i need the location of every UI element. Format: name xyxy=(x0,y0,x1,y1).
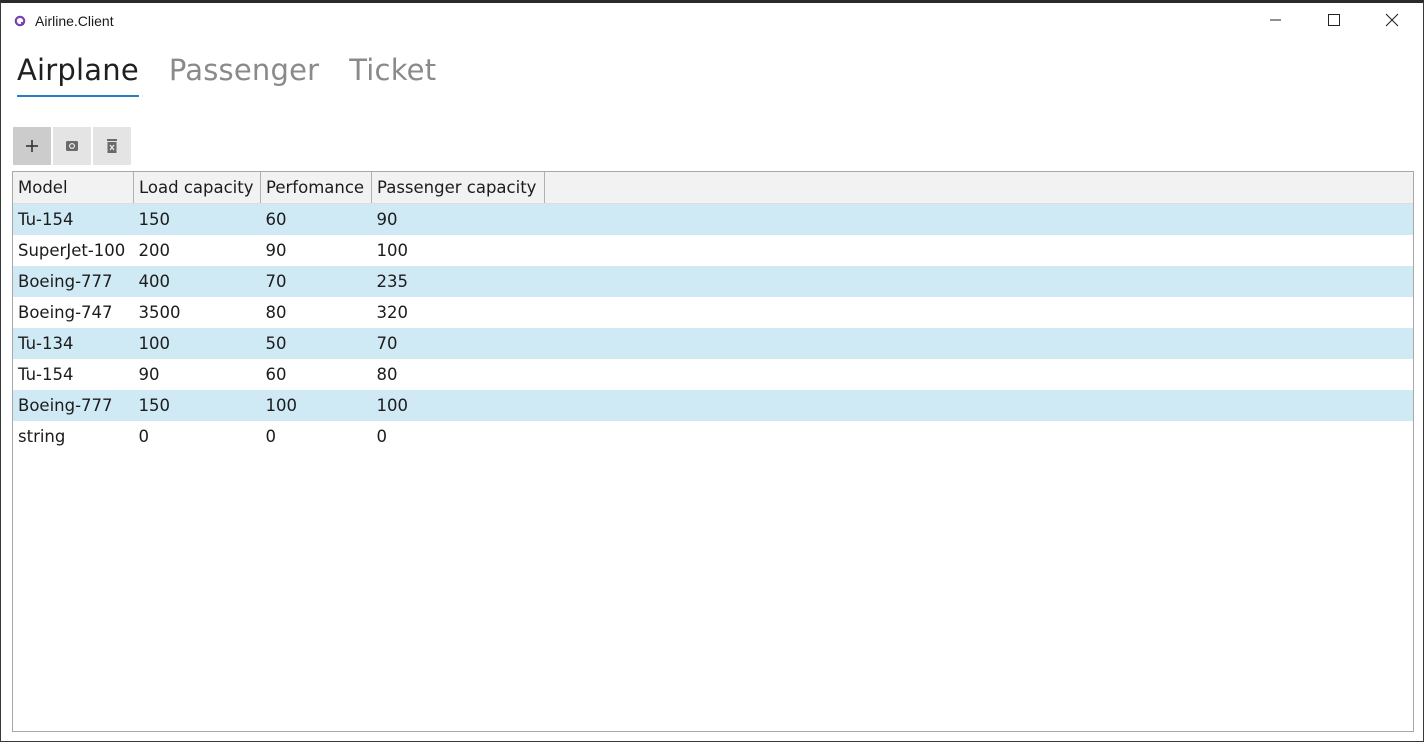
tab-passenger[interactable]: Passenger xyxy=(169,53,319,97)
airplane-table: Model Load capacity Perfomance Passenger… xyxy=(13,172,1413,452)
camera-icon xyxy=(66,141,78,151)
cell-performance[interactable]: 90 xyxy=(261,235,372,266)
cell-load-capacity[interactable]: 400 xyxy=(133,266,261,297)
close-button[interactable] xyxy=(1363,3,1421,37)
cell-model[interactable]: Boeing-747 xyxy=(13,297,134,328)
tab-airplane[interactable]: Airplane xyxy=(17,53,139,97)
cell-load-capacity[interactable]: 90 xyxy=(134,359,261,390)
edit-button[interactable] xyxy=(53,127,91,165)
cell-load-capacity[interactable]: 0 xyxy=(134,421,261,452)
column-header-performance[interactable]: Perfomance xyxy=(260,172,372,204)
title-bar[interactable]: Airline.Client xyxy=(1,3,1423,39)
cell-performance[interactable]: 60 xyxy=(260,203,372,235)
table-row[interactable]: Tu-154 150 60 90 xyxy=(13,203,1413,235)
table-row[interactable]: Tu-134 100 50 70 xyxy=(13,328,1413,359)
cell-passenger-capacity[interactable]: 0 xyxy=(372,421,545,452)
cell-passenger-capacity[interactable]: 80 xyxy=(372,359,545,390)
cell-model[interactable]: string xyxy=(13,421,134,452)
cell-performance[interactable]: 70 xyxy=(260,266,372,297)
header-filler xyxy=(544,172,1413,204)
row-filler xyxy=(545,359,1414,390)
app-logo-icon xyxy=(14,14,26,27)
table-row[interactable]: Boeing-777 400 70 235 xyxy=(13,266,1413,297)
column-header-load-capacity[interactable]: Load capacity xyxy=(133,172,261,204)
cell-model[interactable]: SuperJet-100 xyxy=(13,235,134,266)
header-row: Model Load capacity Perfomance Passenger… xyxy=(13,172,1413,204)
maximize-button[interactable] xyxy=(1305,3,1363,37)
table-row[interactable]: SuperJet-100 200 90 100 xyxy=(13,235,1413,266)
row-filler xyxy=(544,203,1413,235)
row-filler xyxy=(545,421,1414,452)
cell-passenger-capacity[interactable]: 235 xyxy=(371,266,545,297)
cell-performance[interactable]: 80 xyxy=(261,297,372,328)
cell-performance[interactable]: 50 xyxy=(260,328,372,359)
tab-strip: Airplane Passenger Ticket xyxy=(17,53,436,97)
row-filler xyxy=(545,297,1414,328)
cell-performance[interactable]: 0 xyxy=(261,421,372,452)
cell-model[interactable]: Boeing-777 xyxy=(13,390,134,421)
cell-model[interactable]: Tu-154 xyxy=(13,359,134,390)
close-icon xyxy=(1385,13,1399,27)
cell-passenger-capacity[interactable]: 70 xyxy=(371,328,545,359)
plus-icon xyxy=(26,140,38,152)
row-filler xyxy=(544,390,1413,421)
tab-ticket[interactable]: Ticket xyxy=(349,53,436,97)
column-header-model[interactable]: Model xyxy=(13,172,134,204)
cell-load-capacity[interactable]: 150 xyxy=(133,390,261,421)
cell-performance[interactable]: 100 xyxy=(260,390,372,421)
table-row[interactable]: Boeing-747 3500 80 320 xyxy=(13,297,1413,328)
toolbar xyxy=(13,127,131,165)
cell-load-capacity[interactable]: 200 xyxy=(134,235,261,266)
airplane-data-grid[interactable]: Model Load capacity Perfomance Passenger… xyxy=(12,171,1414,732)
delete-icon xyxy=(107,139,117,153)
row-filler xyxy=(544,328,1413,359)
table-row[interactable]: Tu-154 90 60 80 xyxy=(13,359,1413,390)
add-button[interactable] xyxy=(13,127,51,165)
column-header-passenger-capacity[interactable]: Passenger capacity xyxy=(371,172,545,204)
cell-passenger-capacity[interactable]: 90 xyxy=(371,203,545,235)
table-row[interactable]: string 0 0 0 xyxy=(13,421,1413,452)
table-row[interactable]: Boeing-777 150 100 100 xyxy=(13,390,1413,421)
cell-performance[interactable]: 60 xyxy=(261,359,372,390)
cell-load-capacity[interactable]: 150 xyxy=(133,203,261,235)
row-filler xyxy=(545,235,1414,266)
cell-model[interactable]: Tu-134 xyxy=(13,328,134,359)
app-window: Airline.Client Airplane Passenger Ticket xyxy=(0,0,1424,742)
minimize-icon xyxy=(1270,19,1281,21)
cell-passenger-capacity[interactable]: 320 xyxy=(372,297,545,328)
window-title: Airline.Client xyxy=(35,13,114,29)
row-filler xyxy=(544,266,1413,297)
cell-model[interactable]: Tu-154 xyxy=(13,203,134,235)
cell-load-capacity[interactable]: 100 xyxy=(133,328,261,359)
cell-passenger-capacity[interactable]: 100 xyxy=(372,235,545,266)
cell-model[interactable]: Boeing-777 xyxy=(13,266,134,297)
delete-button[interactable] xyxy=(93,127,131,165)
cell-load-capacity[interactable]: 3500 xyxy=(134,297,261,328)
cell-passenger-capacity[interactable]: 100 xyxy=(371,390,545,421)
maximize-icon xyxy=(1328,14,1340,26)
minimize-button[interactable] xyxy=(1247,3,1305,37)
